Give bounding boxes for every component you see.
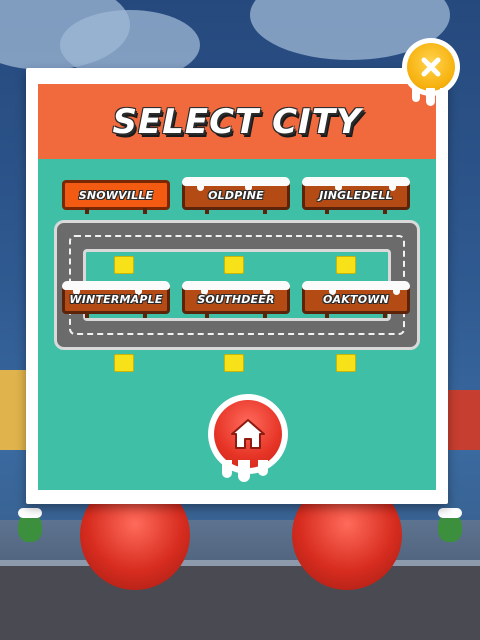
- dialog-title: SELECT CITY: [112, 101, 362, 142]
- home-icon: [231, 419, 265, 449]
- city-label: OLDPINE: [208, 188, 264, 202]
- tree: [438, 508, 462, 542]
- road: [0, 560, 480, 640]
- city-sign-jingledell[interactable]: JINGLEDELL: [302, 177, 410, 214]
- close-icon: [421, 57, 441, 77]
- dialog-header: SELECT CITY: [38, 84, 436, 159]
- city-label: OAKTOWN: [323, 292, 389, 306]
- home-button[interactable]: [208, 394, 288, 482]
- city-marker: [114, 354, 134, 372]
- city-sign-oldpine[interactable]: OLDPINE: [182, 177, 290, 214]
- city-sign-wintermaple[interactable]: WINTERMAPLE: [62, 281, 170, 318]
- city-marker: [114, 256, 134, 274]
- city-sign-snowville[interactable]: SNOWVILLE: [62, 180, 170, 214]
- city-marker: [224, 354, 244, 372]
- house: [448, 390, 480, 450]
- select-city-dialog: SELECT CITY SNOWVILLE OLDPINE JINGLEDELL: [26, 68, 448, 504]
- tree: [18, 508, 42, 542]
- close-button[interactable]: [402, 38, 460, 106]
- city-marker: [224, 256, 244, 274]
- city-sign-oaktown[interactable]: OAKTOWN: [302, 281, 410, 318]
- close-button-disc: [407, 43, 455, 91]
- city-label: SOUTHDEER: [197, 292, 275, 306]
- city-label: SNOWVILLE: [78, 188, 154, 202]
- city-label: WINTERMAPLE: [69, 292, 163, 306]
- home-button-disc: [214, 400, 282, 468]
- city-sign-southdeer[interactable]: SOUTHDEER: [182, 281, 290, 318]
- city-label: JINGLEDELL: [319, 188, 393, 202]
- dialog-panel: SELECT CITY SNOWVILLE OLDPINE JINGLEDELL: [38, 84, 436, 490]
- city-marker: [336, 256, 356, 274]
- city-marker: [336, 354, 356, 372]
